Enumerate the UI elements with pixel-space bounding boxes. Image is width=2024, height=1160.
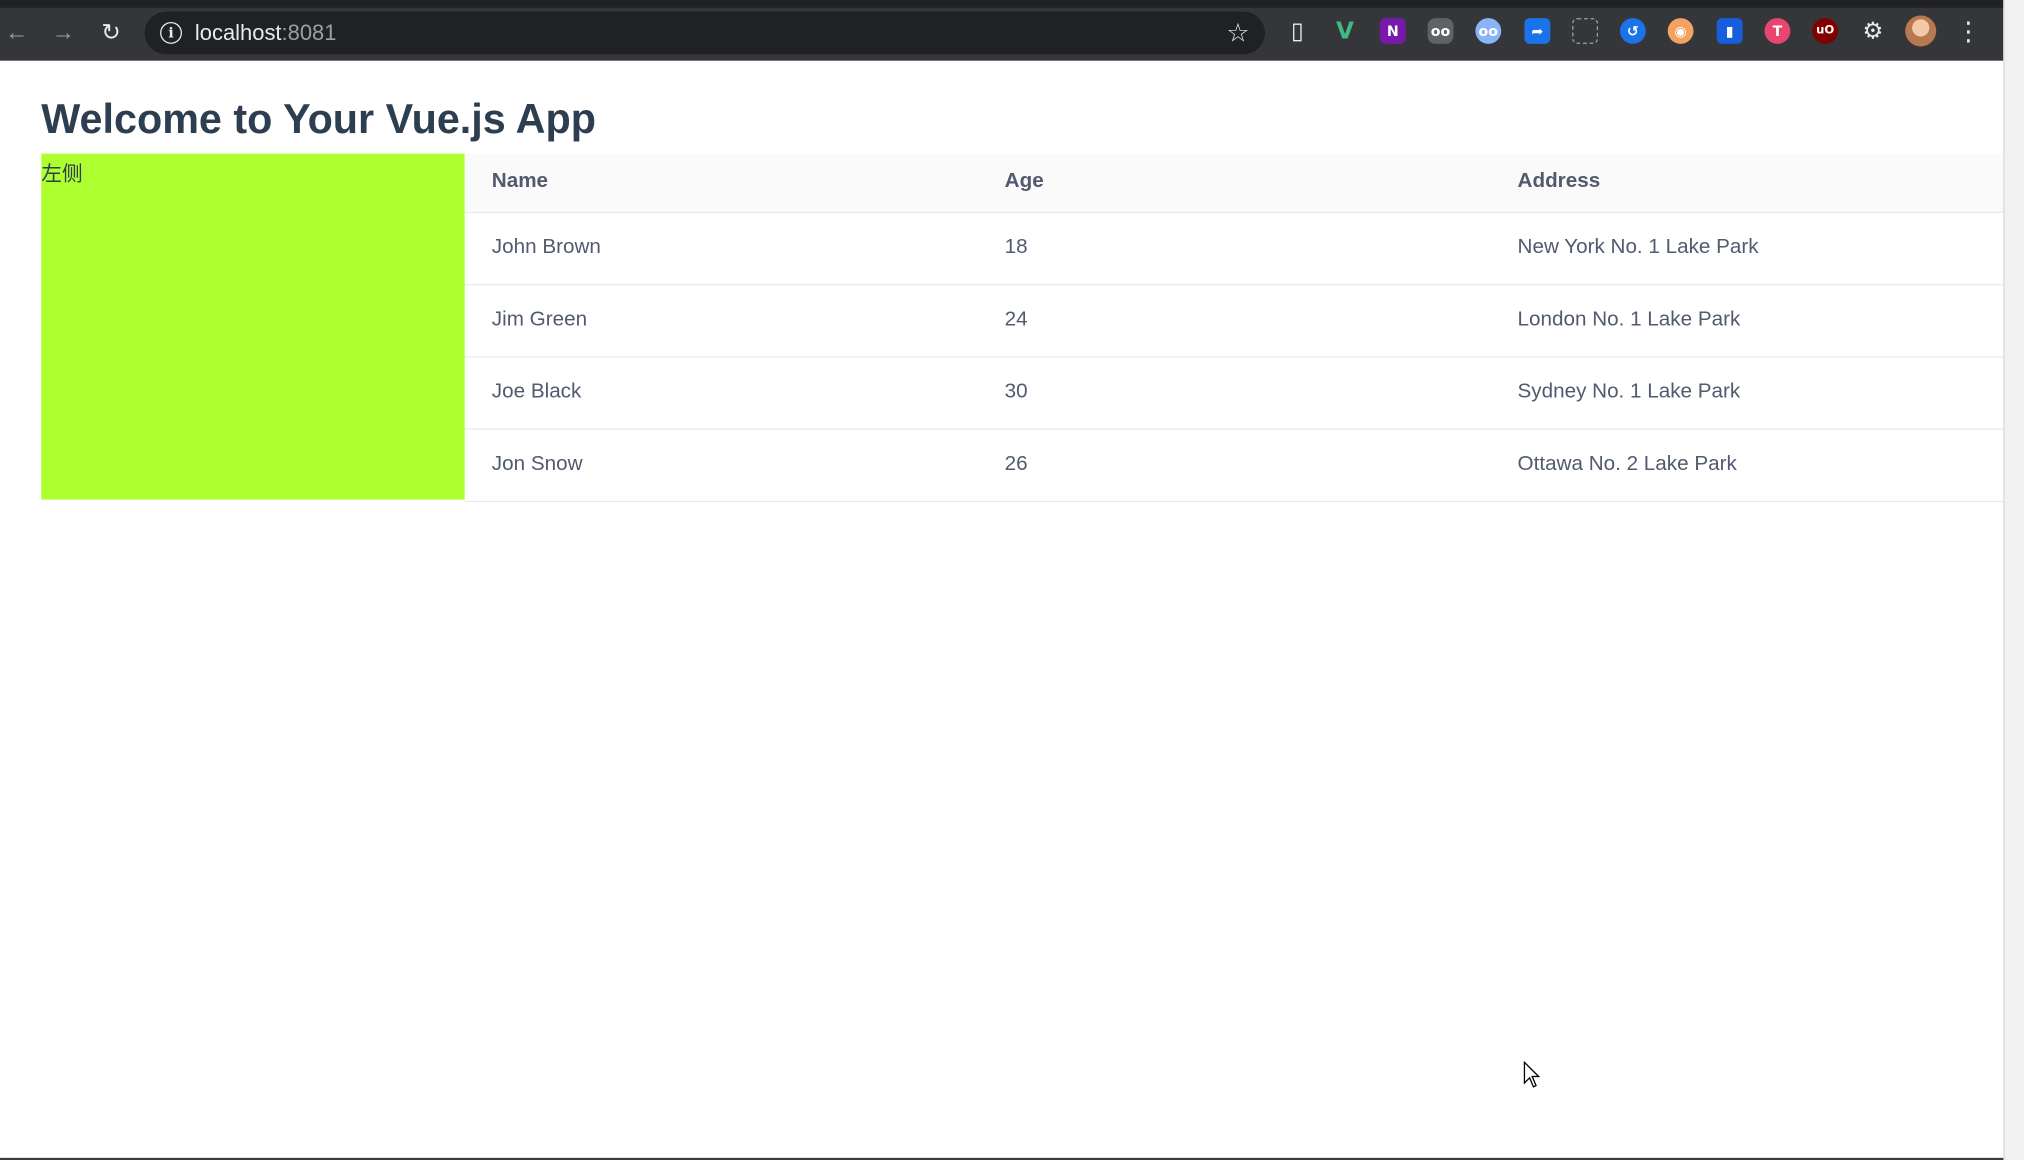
- url-host: localhost: [194, 20, 282, 46]
- cell-address: Sydney No. 1 Lake Park: [1490, 356, 2004, 430]
- cell-address: London No. 1 Lake Park: [1490, 283, 2004, 357]
- cell-name: Jim Green: [464, 283, 978, 357]
- cell-age: 26: [977, 428, 1491, 502]
- history-extension-icon[interactable]: ↺: [1619, 18, 1646, 44]
- table-row: John Brown 18 New York No. 1 Lake Park: [464, 211, 2004, 285]
- extensions-puzzle-icon[interactable]: ⚙: [1860, 17, 1886, 44]
- column-header-name: Name: [464, 153, 978, 213]
- table-row: Jon Snow 26 Ottawa No. 2 Lake Park: [464, 428, 2004, 502]
- cell-address: New York No. 1 Lake Park: [1490, 211, 2004, 285]
- column-header-address: Address: [1490, 153, 2004, 213]
- kebab-menu-icon[interactable]: ⋮: [1956, 15, 1982, 46]
- page-title: Welcome to Your Vue.js App: [41, 95, 596, 142]
- data-table: Name Age Address John Brown 18 New York …: [464, 153, 2004, 502]
- back-arrow-icon[interactable]: ←: [0, 15, 34, 49]
- globe-extension-icon[interactable]: ◉: [1667, 18, 1694, 44]
- bitwarden-shield-icon[interactable]: ▮: [1716, 18, 1743, 44]
- cell-age: 24: [977, 283, 1491, 357]
- share-extension-icon[interactable]: ➦: [1524, 18, 1551, 44]
- table-row: Jim Green 24 London No. 1 Lake Park: [464, 283, 2004, 357]
- cell-age: 18: [977, 211, 1491, 285]
- profile-avatar[interactable]: [1905, 15, 1937, 47]
- cell-name: Jon Snow: [464, 428, 978, 502]
- screenshot-extension-icon[interactable]: [1572, 18, 1599, 44]
- info-icon[interactable]: i: [160, 21, 183, 44]
- window-edge: [2003, 0, 2024, 1160]
- bookmark-icon[interactable]: ▯: [1284, 17, 1310, 44]
- browser-toolbar: ← → ↻ i localhost:8081 ☆ ▯ V N oo oo ➦ ↺…: [0, 0, 2004, 61]
- star-icon[interactable]: ☆: [1226, 17, 1249, 49]
- table-row: Joe Black 30 Sydney No. 1 Lake Park: [464, 356, 2004, 430]
- eyes-extension-icon[interactable]: oo: [1475, 18, 1502, 44]
- t-extension-icon[interactable]: T: [1764, 18, 1791, 44]
- url-text[interactable]: localhost:8081: [195, 21, 337, 47]
- column-header-age: Age: [977, 153, 1491, 213]
- address-bar[interactable]: i localhost:8081 ☆: [144, 11, 1265, 55]
- browser-window: ← → ↻ i localhost:8081 ☆ ▯ V N oo oo ➦ ↺…: [0, 0, 2024, 1160]
- table-header-row: Name Age Address: [464, 153, 2004, 213]
- glasses-extension-icon[interactable]: oo: [1427, 18, 1454, 44]
- reload-icon[interactable]: ↻: [94, 15, 128, 49]
- cell-name: John Brown: [464, 211, 978, 285]
- ublock-origin-icon[interactable]: uO: [1812, 18, 1839, 44]
- cell-address: Ottawa No. 2 Lake Park: [1490, 428, 2004, 502]
- onenote-icon[interactable]: N: [1379, 18, 1406, 44]
- tab-strip: [0, 0, 2004, 8]
- cell-name: Joe Black: [464, 356, 978, 430]
- vue-devtools-icon[interactable]: V: [1332, 17, 1358, 44]
- url-port: :8081: [281, 20, 337, 46]
- forward-arrow-icon[interactable]: →: [46, 15, 80, 49]
- left-panel-label: 左侧: [41, 161, 83, 186]
- left-panel: 左侧: [41, 153, 465, 500]
- cursor-icon: [1523, 1061, 1541, 1088]
- cell-age: 30: [977, 356, 1491, 430]
